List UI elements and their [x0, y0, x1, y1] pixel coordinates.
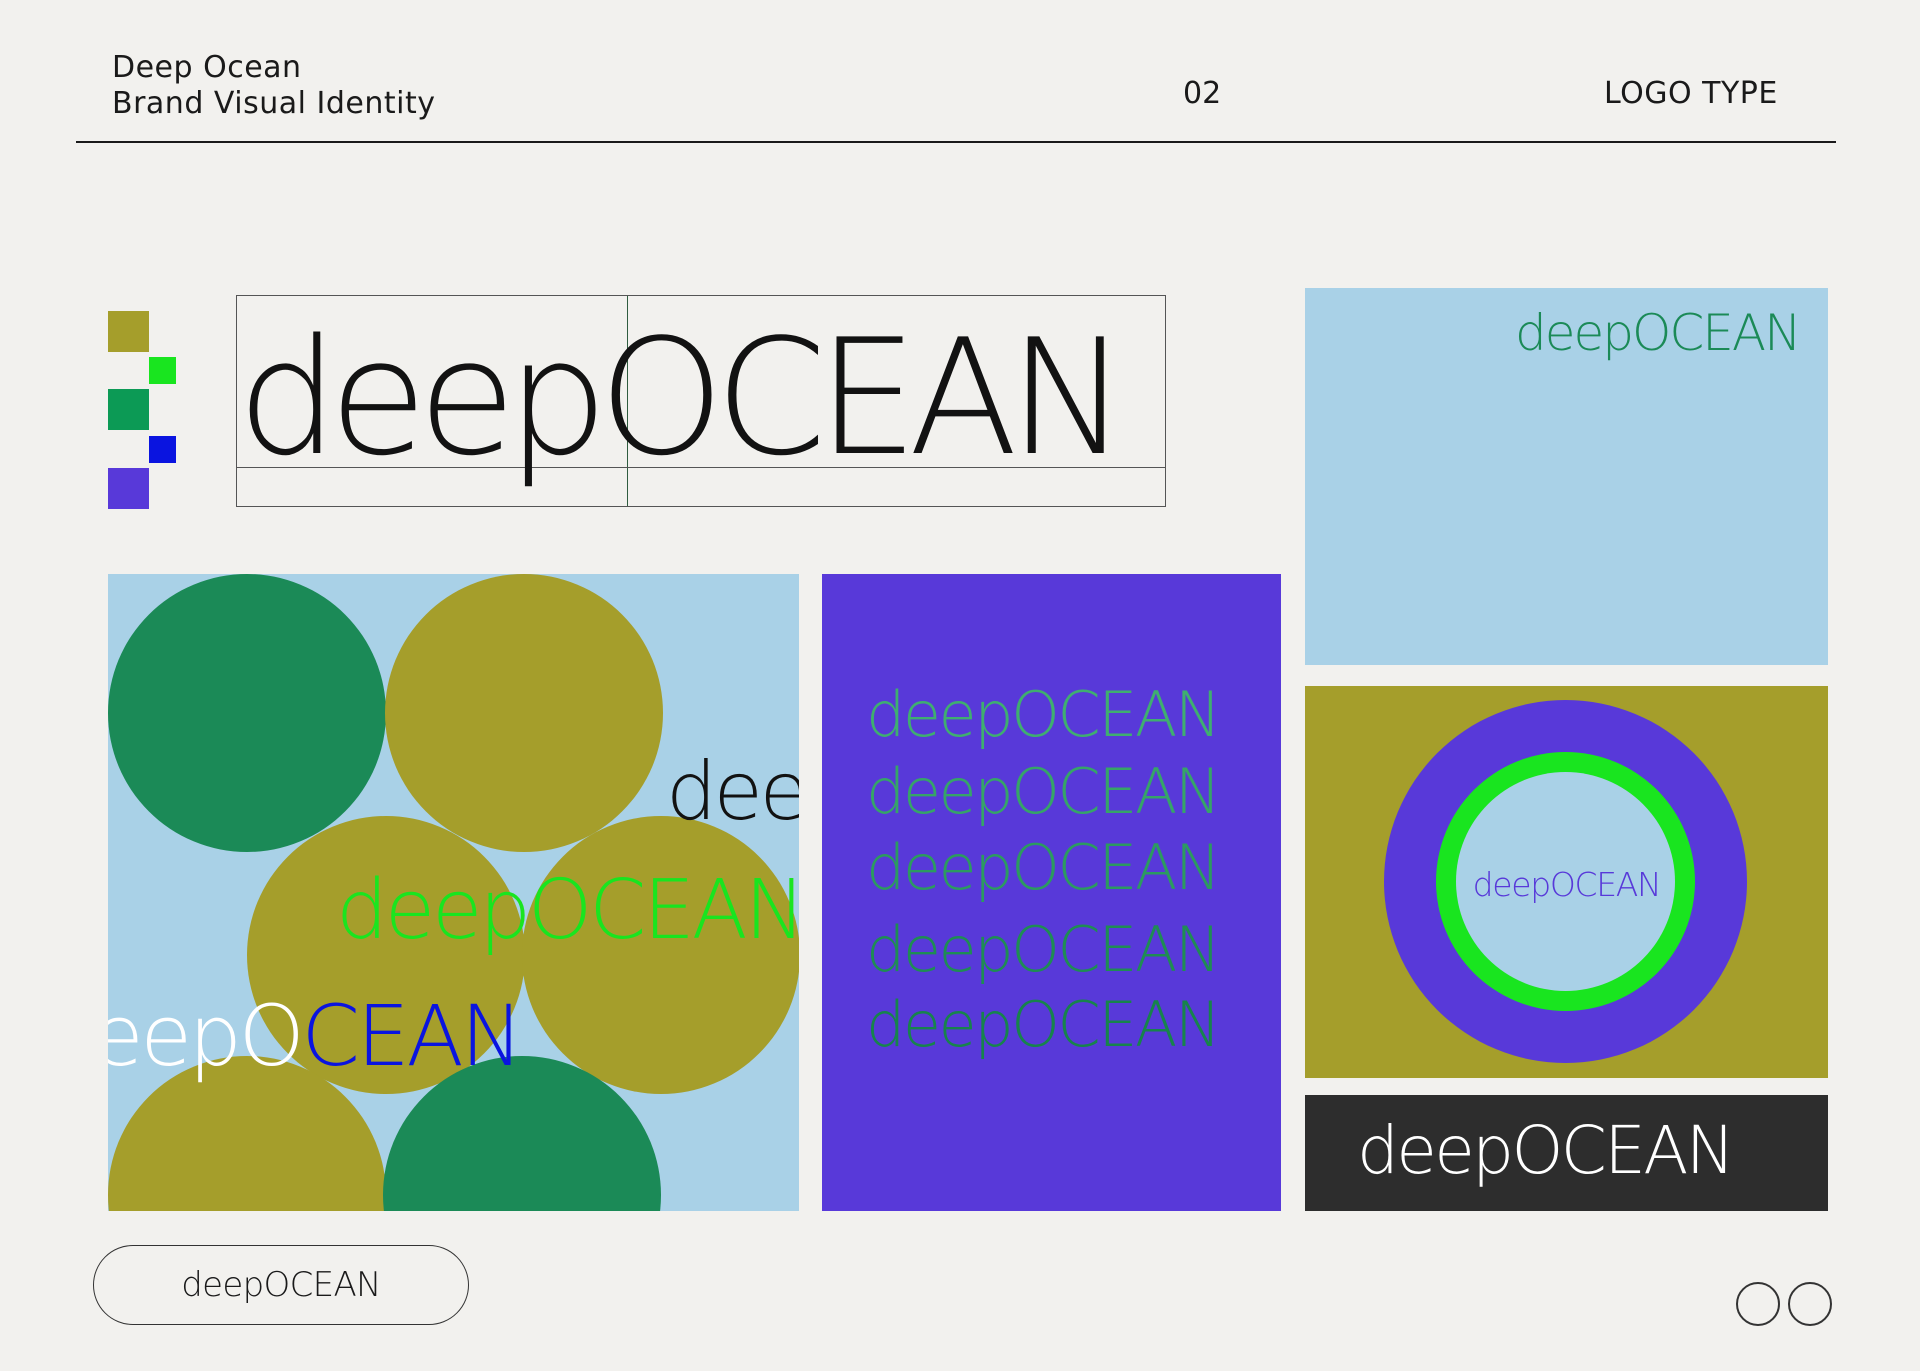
logo-repeat: deepOCEAN: [866, 831, 1221, 904]
circle-shape: [385, 574, 663, 852]
logo-cut-white: eep: [108, 987, 242, 1085]
circle-outline-icon: [1736, 1282, 1780, 1326]
logo-construction-grid: deepOCEAN: [236, 295, 1166, 507]
logo-neon: deepOCEAN: [336, 863, 799, 958]
circle-shape: [108, 574, 386, 852]
circles-pattern-panel: dee deepOCEAN eepOCEAN: [108, 574, 799, 1211]
primary-logo: deepOCEAN: [237, 304, 1128, 491]
dark-logo-panel: deepOCEAN: [1305, 1095, 1828, 1211]
header-divider: [76, 141, 1836, 143]
logo-green: deepOCEAN: [1515, 304, 1801, 362]
circle-outline-icon: [1788, 1282, 1832, 1326]
title-line-2: Brand Visual Identity: [112, 86, 436, 121]
logo-blue: eepOCEAN: [108, 994, 523, 1078]
logo-repeat: deepOCEAN: [866, 678, 1221, 751]
brand-pill-tag: deepOCEAN: [93, 1245, 469, 1325]
pill-label: deepOCEAN: [181, 1265, 381, 1305]
ring-logo-panel: deepOCEAN: [1305, 686, 1828, 1078]
title-line-1: Deep Ocean: [112, 50, 302, 85]
logo-repeat: deepOCEAN: [866, 988, 1221, 1061]
logo-repeat: deepOCEAN: [866, 913, 1221, 986]
logo-white: deepOCEAN: [1357, 1112, 1735, 1189]
logo-small: deepOCEAN: [1472, 865, 1662, 904]
repeated-logo-panel: deepOCEAN deepOCEAN deepOCEAN deepOCEAN …: [822, 574, 1281, 1211]
section-title: LOGO TYPE: [1604, 76, 1778, 111]
sky-logo-panel: deepOCEAN: [1305, 288, 1828, 665]
logo-partial: dee: [666, 745, 799, 838]
page-number: 02: [1183, 76, 1222, 111]
document-title: Deep Ocean Brand Visual Identity: [112, 50, 435, 122]
logo-repeat: deepOCEAN: [866, 755, 1221, 828]
